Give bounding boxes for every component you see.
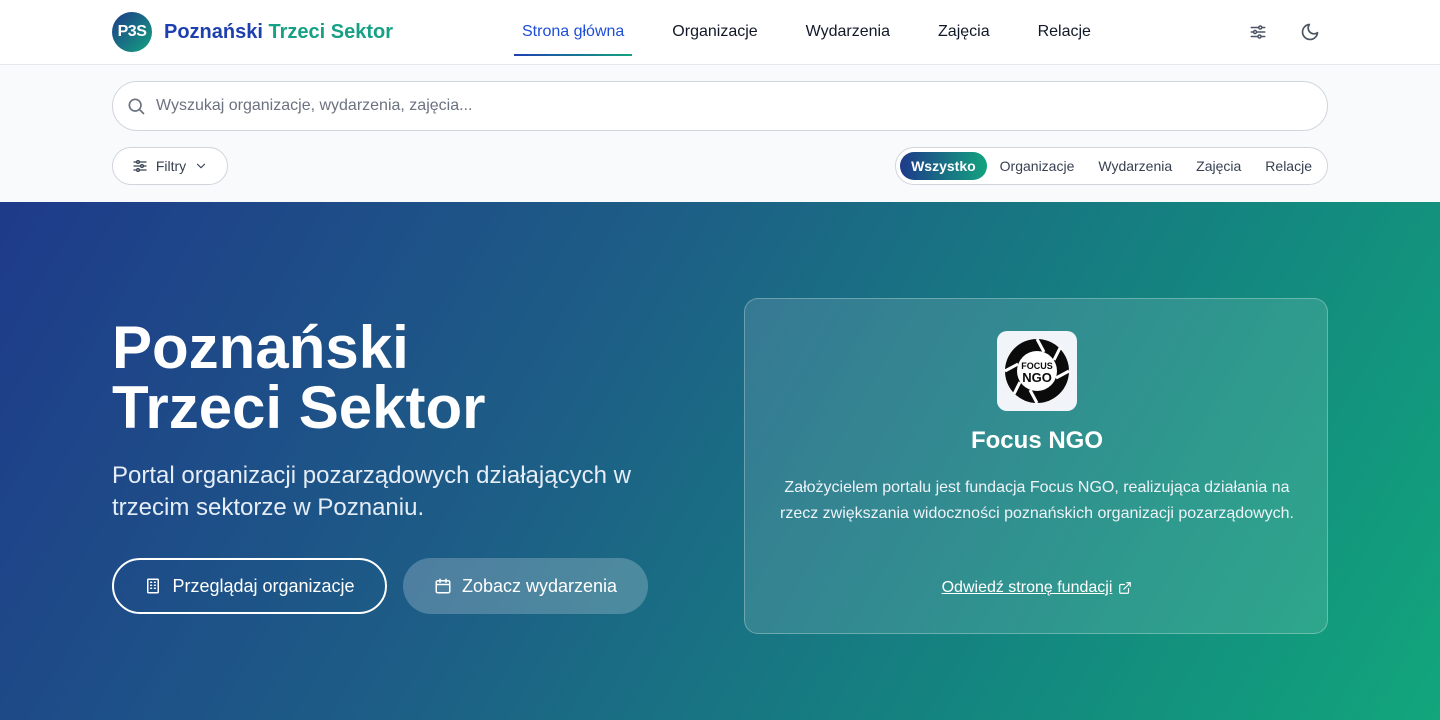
- visit-foundation-label: Odwiedź stronę fundacji: [941, 579, 1113, 596]
- filters-label: Filtry: [155, 158, 187, 174]
- nav-item-organizations[interactable]: Organizacje: [648, 0, 781, 64]
- nav-item-home[interactable]: Strona główna: [498, 0, 648, 64]
- search-box[interactable]: [112, 81, 1328, 131]
- search-input[interactable]: [156, 83, 1327, 129]
- browse-organizations-label: Przeglądaj organizacje: [172, 575, 355, 596]
- hero-title-line2: Trzeci Sektor: [112, 374, 486, 441]
- calendar-icon: [435, 578, 451, 594]
- segment-events[interactable]: Wydarzenia: [1087, 152, 1183, 180]
- visit-foundation-link[interactable]: Odwiedź stronę fundacji: [745, 579, 1329, 597]
- hero-title: Poznański Trzeci Sektor: [112, 318, 672, 438]
- top-navigation-bar: P3S Poznański Trzeci Sektor Strona główn…: [0, 0, 1440, 65]
- brand-name-part2: Trzeci Sektor: [268, 20, 393, 43]
- filter-icon: [133, 160, 147, 172]
- segment-all[interactable]: Wszystko: [900, 152, 987, 180]
- brand-name-part1: Poznański: [164, 20, 269, 43]
- external-link-icon: [1119, 582, 1132, 594]
- site-logo: P3S: [112, 12, 152, 52]
- browse-organizations-button[interactable]: Przeglądaj organizacje: [112, 558, 387, 614]
- building-icon: [147, 578, 160, 594]
- nav-item-reports[interactable]: Relacje: [1014, 0, 1115, 64]
- sliders-icon[interactable]: [1246, 20, 1270, 44]
- hero-subtitle: Portal organizacji pozarządowych działaj…: [112, 462, 631, 521]
- segment-organizations[interactable]: Organizacje: [989, 152, 1086, 180]
- focus-ngo-logo: FOCUS NGO: [997, 331, 1077, 411]
- card-title: Focus NGO: [970, 427, 1103, 454]
- brand[interactable]: P3S Poznański Trzeci Sektor: [112, 12, 393, 52]
- nav-item-events[interactable]: Wydarzenia: [782, 0, 914, 64]
- search-icon: [128, 98, 145, 115]
- nav-item-classes[interactable]: Zajęcia: [914, 0, 1014, 64]
- focus-ngo-logo-line2: NGO: [1022, 370, 1052, 385]
- main-navigation: Strona główna Organizacje Wydarzenia Zaj…: [498, 0, 1115, 64]
- filters-button[interactable]: Filtry: [112, 147, 228, 185]
- content-type-filter: Wszystko Organizacje Wydarzenia Zajęcia …: [895, 147, 1328, 185]
- founder-card: FOCUS NGO Focus NGO Założycielem portalu…: [744, 298, 1328, 634]
- card-description: Założycielem portalu jest fundacja Focus…: [779, 479, 1294, 522]
- chevron-down-icon: [197, 163, 206, 169]
- hero-section: Poznański Trzeci Sektor Portal organizac…: [0, 202, 1440, 720]
- hero-title-line1: Poznański: [112, 314, 409, 381]
- segment-classes[interactable]: Zajęcia: [1185, 152, 1252, 180]
- see-events-button[interactable]: Zobacz wydarzenia: [403, 558, 648, 614]
- segment-reports[interactable]: Relacje: [1254, 152, 1323, 180]
- see-events-label: Zobacz wydarzenia: [461, 575, 618, 596]
- brand-name: Poznański Trzeci Sektor: [164, 21, 393, 44]
- moon-icon[interactable]: [1298, 20, 1322, 44]
- search-section: Filtry Wszystko Organizacje Wydarzenia Z…: [0, 65, 1440, 202]
